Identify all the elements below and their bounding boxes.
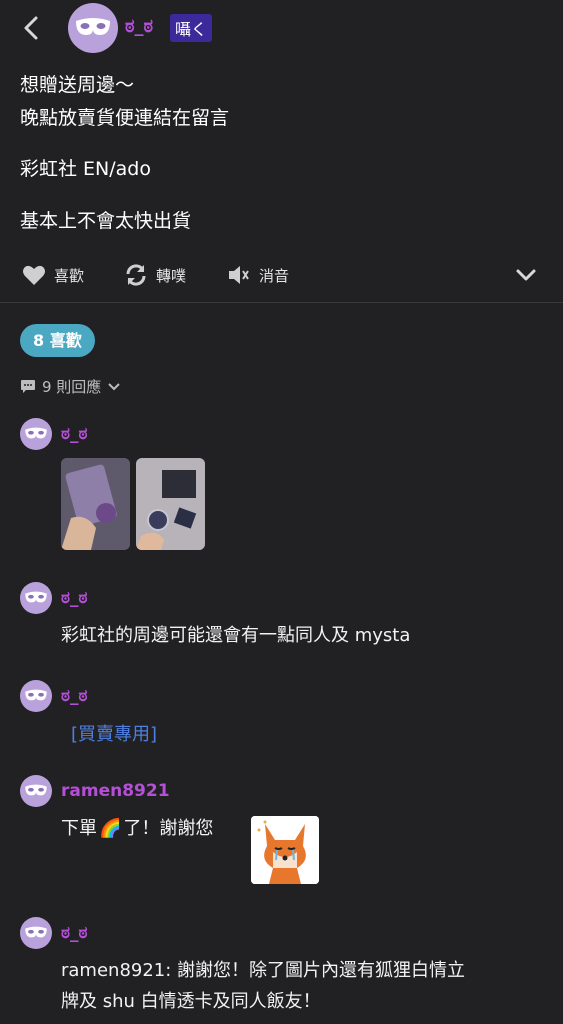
chevron-down-icon — [516, 269, 536, 281]
post-author-name[interactable]: ಠ_ಠ — [125, 16, 153, 37]
comment-author[interactable]: ಠ_ಠ — [61, 588, 88, 608]
comment-avatar[interactable] — [20, 680, 52, 712]
heart-icon — [23, 265, 45, 285]
comment-text-line: ramen8921: 謝謝您！除了圖片內還有狐狸白情立 — [61, 960, 466, 981]
author-tag: 囁く — [170, 14, 213, 42]
mute-label: 消音 — [259, 266, 290, 285]
like-label: 喜歡 — [54, 266, 85, 285]
comment-text-part: 了！謝謝您 — [123, 818, 214, 839]
replies-count: 9 則回應 — [42, 378, 102, 396]
post-line-4: 基本上不會太快出貨 — [20, 210, 192, 232]
repost-button[interactable]: 轉噗 — [124, 264, 186, 286]
post-line-3: 彩虹社 EN/ado — [20, 158, 151, 180]
speech-bubble-icon — [21, 380, 35, 393]
rainbow-emoji: 🌈 — [99, 818, 122, 839]
comment-avatar[interactable] — [20, 775, 52, 807]
repost-icon — [126, 264, 146, 286]
mask-icon — [25, 427, 47, 439]
comment-author[interactable]: ಠ_ಠ — [61, 686, 88, 706]
chevron-down-icon — [108, 382, 121, 390]
mask-icon — [25, 926, 47, 938]
attached-image[interactable] — [136, 458, 205, 550]
chevron-left-icon — [24, 16, 38, 40]
replies-toggle[interactable]: 9 則回應 — [20, 376, 121, 397]
divider — [0, 302, 563, 303]
comment-avatar[interactable] — [20, 418, 52, 450]
mute-button[interactable]: 消音 — [227, 264, 289, 286]
expand-button[interactable] — [514, 264, 538, 290]
likes-badge[interactable]: 8 喜歡 — [20, 324, 95, 357]
comment-avatar[interactable] — [20, 917, 52, 949]
comment-text: 下單 🌈 了！謝謝您 — [61, 813, 213, 845]
mask-icon — [76, 18, 110, 35]
comment-author[interactable]: ಠ_ಠ — [61, 923, 88, 943]
crying-fox-icon — [251, 816, 319, 884]
post-line-1: 想贈送周邊～ — [20, 74, 135, 96]
back-button[interactable] — [18, 12, 46, 44]
post-line-2: 晚點放賣貨便連結在留言 — [20, 107, 230, 129]
comment-author[interactable]: ramen8921 — [61, 781, 170, 801]
mask-icon — [25, 689, 47, 701]
like-button[interactable]: 喜歡 — [22, 264, 84, 286]
comment-text-part: 下單 — [61, 818, 97, 839]
comment-avatar[interactable] — [20, 582, 52, 614]
comment-text-line: 牌及 shu 白情透卡及同人飯友！ — [61, 991, 321, 1012]
repost-label: 轉噗 — [156, 266, 187, 285]
speaker-mute-icon — [229, 266, 249, 284]
fox-sticker — [251, 816, 319, 884]
mask-icon — [25, 784, 47, 796]
comment-text: 彩虹社的周邊可能還會有一點同人及 mysta — [61, 625, 411, 646]
comment-link[interactable]: [買賣專用] — [71, 719, 157, 751]
comment-author[interactable]: ಠ_ಠ — [61, 424, 88, 444]
avatar[interactable] — [68, 3, 118, 53]
attached-image[interactable] — [61, 458, 130, 550]
mask-icon — [25, 591, 47, 603]
